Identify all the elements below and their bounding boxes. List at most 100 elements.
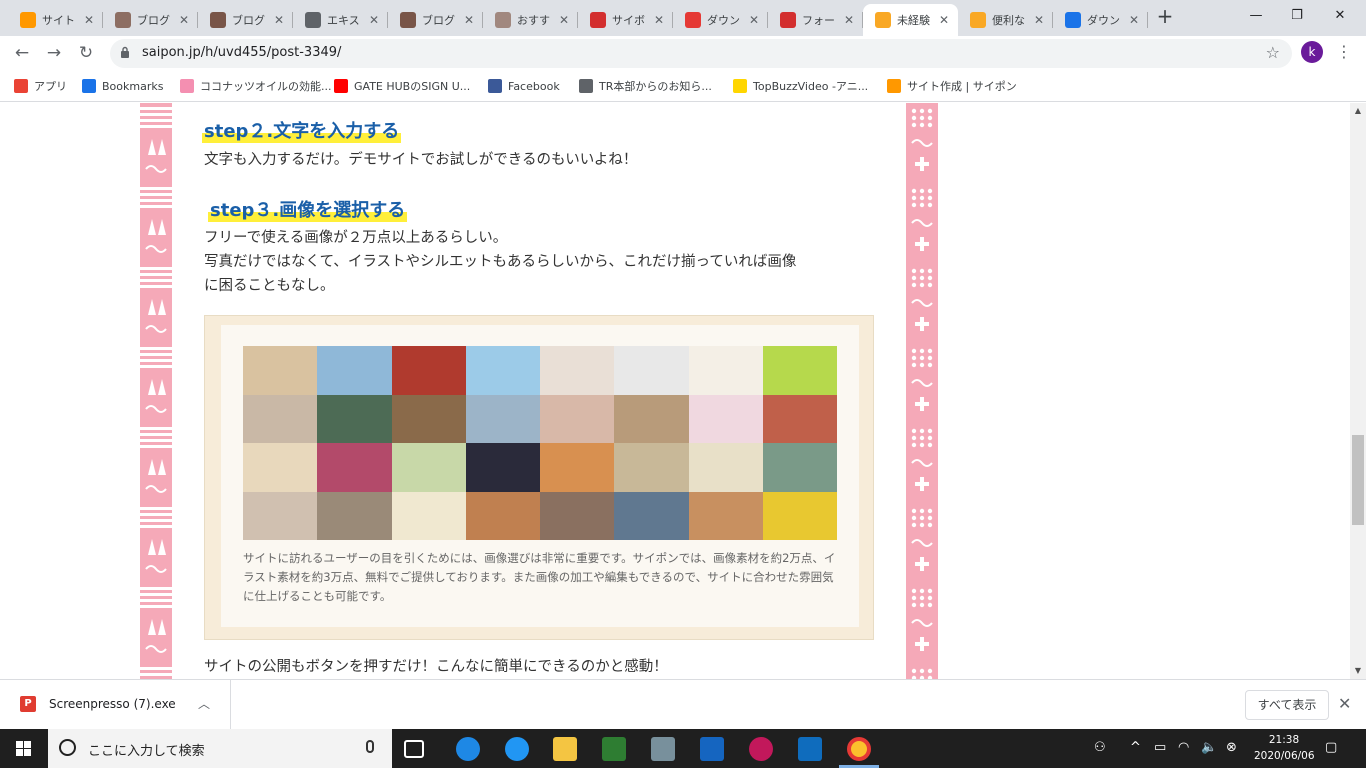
bookmark-item[interactable]: アプリ — [14, 77, 67, 95]
collage-photo — [614, 491, 689, 540]
volume-icon[interactable]: 🔈 — [1201, 740, 1217, 755]
bookmark-item[interactable]: TopBuzzVideo -アニ... — [733, 77, 868, 95]
tab-close-icon[interactable]: ✕ — [461, 13, 477, 27]
collage-photo — [243, 491, 318, 540]
browser-tab[interactable]: ブログ ✕ — [388, 4, 483, 36]
forward-button[interactable]: → — [42, 41, 66, 65]
tab-title: エキス — [327, 14, 360, 27]
ime-icon[interactable]: ⊗ — [1226, 740, 1237, 755]
browser-tab[interactable]: ブログ ✕ — [198, 4, 293, 36]
tab-title: サイト — [42, 14, 75, 27]
notification-icon[interactable]: ▢ — [1325, 740, 1337, 755]
taskbar-search[interactable]: ここに入力して検索 — [48, 729, 392, 768]
browser-tab[interactable]: フォー ✕ — [768, 4, 863, 36]
browser-tab[interactable]: サイボ ✕ — [578, 4, 673, 36]
show-all-downloads-button[interactable]: すべて表示 — [1245, 690, 1329, 720]
wowma-icon[interactable] — [749, 737, 773, 761]
bookmark-item[interactable]: TR本部からのお知ら... — [579, 77, 712, 95]
browser-tab[interactable]: エキス ✕ — [293, 4, 388, 36]
wifi-icon[interactable]: ◠ — [1178, 740, 1189, 755]
microphone-icon[interactable] — [366, 740, 374, 753]
back-button[interactable]: ← — [10, 41, 34, 65]
browser-tab[interactable]: ブログ ✕ — [103, 4, 198, 36]
tab-close-icon[interactable]: ✕ — [556, 13, 572, 27]
scroll-down-arrow-icon[interactable]: ▼ — [1350, 663, 1366, 679]
scrollbar-thumb[interactable] — [1352, 435, 1364, 525]
browser-tab[interactable]: サイト ✕ — [8, 4, 103, 36]
file-explorer-icon[interactable] — [553, 737, 577, 761]
store-icon[interactable] — [602, 737, 626, 761]
chevron-up-icon[interactable]: ︿ — [198, 695, 210, 712]
start-button[interactable] — [0, 729, 48, 768]
collage-photo — [317, 443, 392, 492]
bookmark-item[interactable]: GATE HUBのSIGN U... — [334, 77, 470, 95]
collage-photo — [243, 443, 318, 492]
bookmark-item[interactable]: ココナッツオイルの効能... — [180, 77, 332, 95]
lock-icon — [121, 46, 129, 58]
step3-line-3: に困ることもなし。 — [204, 278, 335, 294]
bookmark-item[interactable]: サイト作成 | サイポン — [887, 77, 1017, 95]
browser-tab[interactable]: ダウン ✕ — [673, 4, 768, 36]
tab-favicon-icon — [400, 12, 416, 28]
tab-close-icon[interactable]: ✕ — [746, 13, 762, 27]
task-view-icon[interactable] — [404, 740, 424, 758]
browser-tab[interactable]: 未経験 ✕ — [863, 4, 958, 36]
collage-photo — [391, 491, 466, 540]
tab-close-icon[interactable]: ✕ — [81, 13, 97, 27]
tab-close-icon[interactable]: ✕ — [271, 13, 287, 27]
tab-favicon-icon — [20, 12, 36, 28]
browser-tab[interactable]: 便利な ✕ — [958, 4, 1053, 36]
tab-close-icon[interactable]: ✕ — [176, 13, 192, 27]
remote-app-icon[interactable] — [651, 737, 675, 761]
tab-close-icon[interactable]: ✕ — [651, 13, 667, 27]
browser-menu-icon[interactable]: ⋮ — [1336, 43, 1352, 63]
collage-photo — [540, 394, 615, 443]
tab-close-icon[interactable]: ✕ — [366, 13, 382, 27]
address-bar[interactable]: saipon.jp/h/uvd455/post-3349/ ☆ — [110, 39, 1292, 68]
people-icon[interactable]: ⚇ — [1094, 740, 1106, 755]
bookmark-star-icon[interactable]: ☆ — [1266, 43, 1280, 62]
tab-close-icon[interactable]: ✕ — [841, 13, 857, 27]
clock-time: 21:38 — [1268, 734, 1300, 746]
close-window-button[interactable]: ✕ — [1320, 4, 1360, 28]
bookmark-label: Facebook — [508, 79, 560, 93]
bookmark-label: アプリ — [34, 80, 67, 93]
browser-tab[interactable]: おすす ✕ — [483, 4, 578, 36]
article-figure: サイトに訪れるユーザーの目を引くためには、画像選びは非常に重要です。サイポンでは… — [204, 315, 874, 640]
download-item[interactable]: P Screenpresso (7).exe ︿ — [0, 680, 231, 730]
edge-icon[interactable] — [456, 737, 480, 761]
close-icon[interactable]: ✕ — [1338, 694, 1351, 713]
battery-icon[interactable]: ▭ — [1154, 740, 1166, 755]
profile-avatar[interactable]: k — [1301, 41, 1323, 63]
tab-close-icon[interactable]: ✕ — [936, 13, 952, 27]
mail-icon[interactable] — [700, 737, 724, 761]
bookmark-item[interactable]: Facebook — [488, 77, 560, 95]
page-scrollbar[interactable]: ▲ ▼ — [1350, 103, 1366, 679]
maximize-button[interactable]: ❐ — [1277, 4, 1317, 28]
chrome-icon[interactable] — [847, 737, 871, 761]
globe-icon — [579, 79, 593, 93]
tab-title: 便利な — [992, 14, 1025, 27]
figure-caption: サイトに訪れるユーザーの目を引くためには、画像選びは非常に重要です。サイポンでは… — [243, 551, 836, 603]
minimize-button[interactable]: — — [1236, 4, 1276, 28]
saipon-icon — [887, 79, 901, 93]
scroll-up-arrow-icon[interactable]: ▲ — [1350, 103, 1366, 119]
tab-favicon-icon — [210, 12, 226, 28]
tab-close-icon[interactable]: ✕ — [1126, 13, 1142, 27]
tab-favicon-icon — [875, 12, 891, 28]
bookmark-item[interactable]: Bookmarks — [82, 77, 163, 95]
collage-photo — [465, 346, 540, 395]
chevron-up-tray-icon[interactable]: ^ — [1130, 740, 1141, 755]
outlook-icon[interactable] — [798, 737, 822, 761]
internet-explorer-icon[interactable] — [505, 737, 529, 761]
collage-photo — [465, 491, 540, 540]
browser-tab[interactable]: ダウン ✕ — [1053, 4, 1148, 36]
collage-photo — [762, 346, 837, 395]
reload-button[interactable]: ↻ — [74, 41, 98, 65]
clock[interactable]: 21:38 2020/06/06 — [1254, 732, 1315, 764]
collage-photo — [540, 491, 615, 540]
new-tab-button[interactable]: + — [1155, 6, 1175, 26]
collage-photo — [317, 394, 392, 443]
bookmarks-bar: アプリ Bookmarks ココナッツオイルの効能... GATE HUBのSIGN … — [0, 70, 1366, 102]
tab-close-icon[interactable]: ✕ — [1031, 13, 1047, 27]
